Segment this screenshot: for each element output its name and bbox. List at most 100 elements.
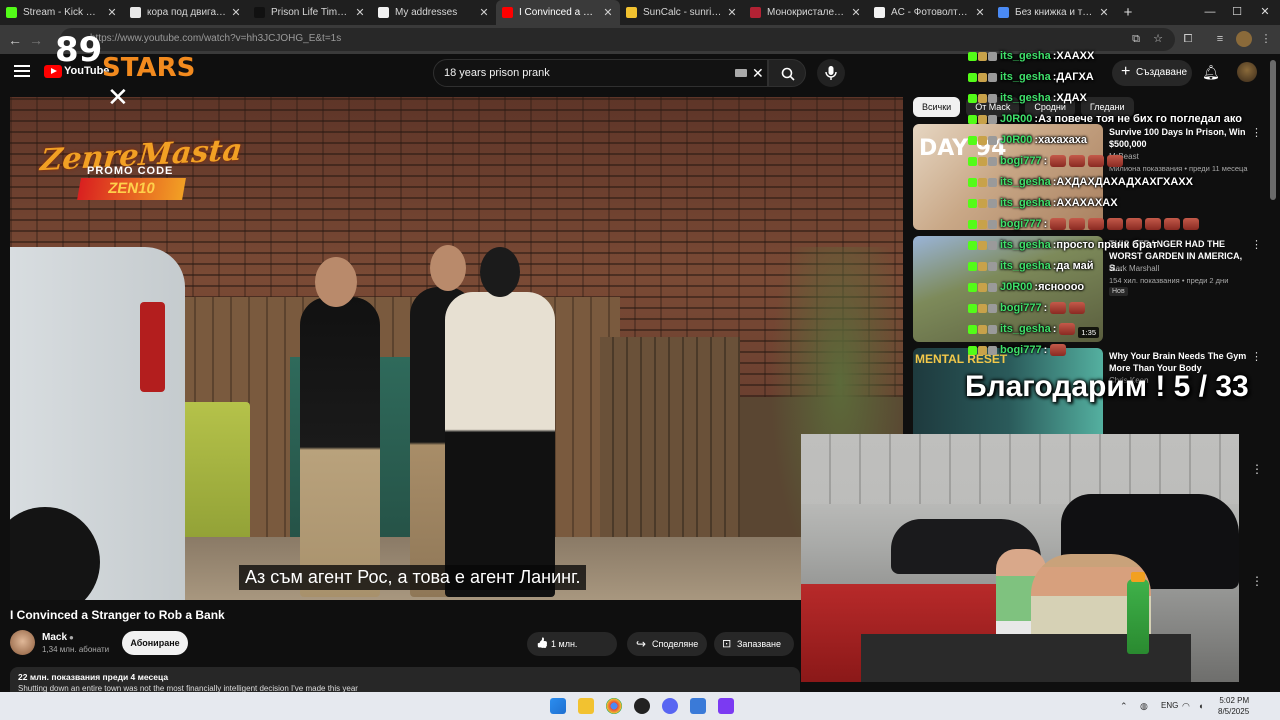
obs-icon[interactable] xyxy=(634,698,650,714)
chat-badge-icon xyxy=(968,282,977,292)
recommendation-meta: 154 хил. показвания • преди 2 дни xyxy=(1109,276,1229,285)
subscribe-button[interactable]: Абониране xyxy=(122,631,188,655)
chat-username: its_gesha xyxy=(1000,197,1051,209)
clear-search-icon[interactable]: ✕ xyxy=(752,65,764,82)
chat-badge-icon xyxy=(978,177,987,187)
brand-x-icon: ✕ xyxy=(107,82,129,112)
browser-tab[interactable]: AC - Фотоволтаични и ✕ xyxy=(868,0,992,25)
save-button[interactable]: Запазване xyxy=(714,632,794,656)
page-scrollbar[interactable] xyxy=(1270,60,1276,200)
tab-close-icon[interactable]: ✕ xyxy=(478,6,490,19)
chat-username: its_gesha xyxy=(1000,92,1051,104)
maximize-button[interactable]: ☐ xyxy=(1222,0,1252,25)
tab-close-icon[interactable]: ✕ xyxy=(726,6,738,19)
notifications-bell-icon[interactable]: 🔔︎ xyxy=(1202,64,1220,81)
thanks-counter: Благодарим ! 5 / 33 xyxy=(965,370,1249,403)
browser-tab[interactable]: Без книжка и табели ✕ xyxy=(992,0,1116,25)
tab-favicon-icon xyxy=(626,7,637,18)
chat-text: ясноооо xyxy=(1038,281,1085,293)
volume-icon[interactable]: ◖ xyxy=(1198,701,1203,711)
browser-tab[interactable]: SunCalc - sunrise, sunset ✕ xyxy=(620,0,744,25)
recommendation-channel[interactable]: Mark Marshall xyxy=(1109,264,1159,273)
voice-search-button[interactable] xyxy=(817,59,845,87)
more-options-icon[interactable]: ⋮ xyxy=(1251,574,1263,588)
cast-icon[interactable]: ⧉ xyxy=(1128,31,1144,47)
chat-badge-icons xyxy=(968,51,997,61)
chat-badge-icons xyxy=(968,261,997,271)
new-badge: Нов xyxy=(1109,287,1128,296)
discord-icon[interactable] xyxy=(662,698,678,714)
new-tab-button[interactable]: + xyxy=(1116,0,1140,25)
chat-badge-icons xyxy=(968,219,997,229)
filter-chip[interactable]: Всички xyxy=(913,97,961,117)
chrome-icon[interactable] xyxy=(606,698,622,714)
chat-username: its_gesha xyxy=(1000,176,1051,188)
video-title: I Convinced a Stranger to Rob a Bank xyxy=(10,608,225,622)
tab-label: Без книжка и табели xyxy=(1015,7,1094,18)
tab-close-icon[interactable]: ✕ xyxy=(850,6,862,19)
file-explorer-icon[interactable] xyxy=(578,698,594,714)
bookmark-star-icon[interactable]: ☆ xyxy=(1150,31,1166,47)
address-bar[interactable]: https://www.youtube.com/watch?v=hh3JCJOH… xyxy=(60,28,1175,51)
tab-close-icon[interactable]: ✕ xyxy=(602,6,614,19)
more-options-icon[interactable]: ⋮ xyxy=(1251,350,1262,363)
browser-tab[interactable]: I Convinced a Stranger to Rob ✕ xyxy=(496,0,620,25)
chrome-menu-icon[interactable]: ⋮ xyxy=(1258,31,1274,47)
create-button[interactable]: Създаване xyxy=(1112,59,1192,86)
windows-start-icon[interactable] xyxy=(550,698,566,714)
browser-tab[interactable]: Stream - Kick Dashboard ✕ xyxy=(0,0,124,25)
recommendation-item[interactable]: 1:35 THIS STRANGER HAD THE WORST GARDEN … xyxy=(913,236,1263,342)
input-language[interactable]: ENG xyxy=(1161,701,1178,710)
back-arrow-icon[interactable]: ← xyxy=(5,30,25,50)
wifi-icon[interactable]: ◠ xyxy=(1182,701,1190,712)
chat-badge-icon xyxy=(988,135,997,145)
video-scene-person xyxy=(300,297,380,597)
chat-badge-icon xyxy=(968,303,977,313)
tray-chevron-icon[interactable]: ⌃ xyxy=(1120,701,1128,712)
tab-close-icon[interactable]: ✕ xyxy=(230,6,242,19)
app-grid-icon[interactable] xyxy=(718,698,734,714)
browser-tab[interactable]: кора под двигателя pando ✕ xyxy=(124,0,248,25)
browser-tab-bar: Stream - Kick Dashboard✕кора под двигате… xyxy=(0,0,1280,25)
description-box[interactable]: 22 млн. показвания преди 4 месеца Shutti… xyxy=(10,667,800,693)
media-controls-icon[interactable]: ≡ xyxy=(1212,31,1228,47)
chat-badge-icon xyxy=(988,114,997,124)
browser-tab[interactable]: My addresses ✕ xyxy=(372,0,496,25)
video-duration: 1:35 xyxy=(1078,327,1099,338)
minimize-button[interactable]: — xyxy=(1195,0,1225,25)
more-options-icon[interactable]: ⋮ xyxy=(1251,462,1263,476)
channel-name[interactable]: Mack ● xyxy=(42,632,74,643)
chat-message: its_gesha: да май xyxy=(968,260,1093,272)
more-options-icon[interactable]: ⋮ xyxy=(1251,238,1262,251)
chat-badge-icon xyxy=(978,219,987,229)
hamburger-menu-icon[interactable] xyxy=(14,65,30,79)
profile-avatar[interactable] xyxy=(1236,31,1252,47)
channel-name-text[interactable]: Mack xyxy=(42,632,67,643)
account-avatar[interactable] xyxy=(1237,62,1257,82)
tab-close-icon[interactable]: ✕ xyxy=(974,6,986,19)
tray-app-icon[interactable]: ◍ xyxy=(1140,701,1148,712)
keyboard-icon[interactable] xyxy=(735,69,747,77)
system-clock[interactable]: 5:02 PM 8/5/2025 xyxy=(1218,695,1249,717)
chat-message: its_gesha: просто пранк брат xyxy=(968,239,1157,251)
channel-avatar[interactable] xyxy=(10,630,35,655)
recommendation-title[interactable]: Survive 100 Days In Prison, Win $500,000 xyxy=(1109,126,1249,150)
browser-tab[interactable]: Монокристален соларен ✕ xyxy=(744,0,868,25)
tab-close-icon[interactable]: ✕ xyxy=(1098,6,1110,19)
tab-close-icon[interactable]: ✕ xyxy=(354,6,366,19)
forward-arrow-icon[interactable]: → xyxy=(26,30,46,50)
tab-close-icon[interactable]: ✕ xyxy=(106,6,118,19)
extensions-icon[interactable]: ⧠ xyxy=(1180,31,1196,47)
share-button[interactable]: Споделяне xyxy=(627,632,707,656)
browser-tab[interactable]: Prison Life Time Sentence ✕ xyxy=(248,0,372,25)
like-button[interactable]: 1 млн. 👎︎ xyxy=(527,632,1134,656)
app-icon[interactable] xyxy=(690,698,706,714)
chat-emote-icon xyxy=(1059,323,1076,335)
search-button[interactable] xyxy=(768,59,806,87)
more-options-icon[interactable]: ⋮ xyxy=(1251,126,1262,139)
chat-emote-icon xyxy=(1164,218,1181,230)
chat-username: its_gesha xyxy=(1000,323,1051,335)
search-input[interactable]: 18 years prison prank ✕ xyxy=(433,59,768,87)
close-window-button[interactable]: ✕ xyxy=(1250,0,1280,25)
microphone-icon xyxy=(825,66,837,80)
